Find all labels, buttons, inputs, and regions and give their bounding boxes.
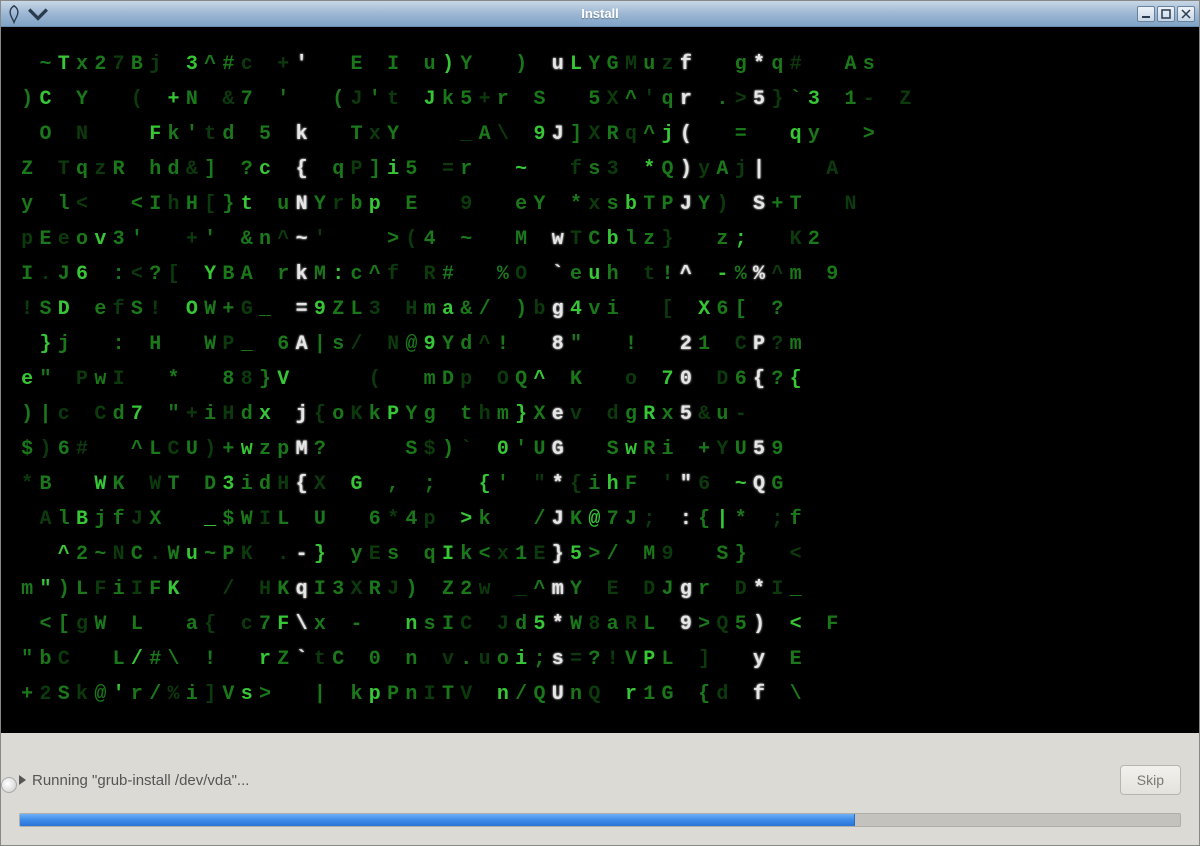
status-text: Running "grub-install /dev/vda"... — [32, 772, 249, 789]
close-button[interactable] — [1177, 6, 1195, 22]
matrix-screensaver: ~Tx27Bj 3^#c +' E I u)Y ) uLYGMuzf g*q# … — [1, 27, 1199, 733]
app-icon — [3, 4, 25, 24]
footer: Running "grub-install /dev/vda"... Skip — [1, 733, 1199, 845]
window-title: Install — [581, 6, 619, 21]
content: ~Tx27Bj 3^#c +' E I u)Y ) uLYGMuzf g*q# … — [1, 27, 1199, 845]
maximize-button[interactable] — [1157, 6, 1175, 22]
spinner-icon — [1, 777, 17, 793]
skip-button[interactable]: Skip — [1120, 765, 1181, 795]
disclosure-triangle-icon — [19, 775, 26, 785]
progress-bar — [19, 813, 1181, 827]
app-menu[interactable] — [1, 4, 49, 24]
window-controls — [1137, 6, 1199, 22]
status-disclosure[interactable]: Running "grub-install /dev/vda"... — [19, 772, 249, 789]
minimize-button[interactable] — [1137, 6, 1155, 22]
titlebar[interactable]: Install — [1, 1, 1199, 27]
progress-fill — [20, 814, 855, 826]
install-window: Install ~Tx27Bj 3^#c +' E I u)Y ) uLYGMu… — [0, 0, 1200, 846]
chevron-down-icon[interactable] — [27, 4, 49, 24]
